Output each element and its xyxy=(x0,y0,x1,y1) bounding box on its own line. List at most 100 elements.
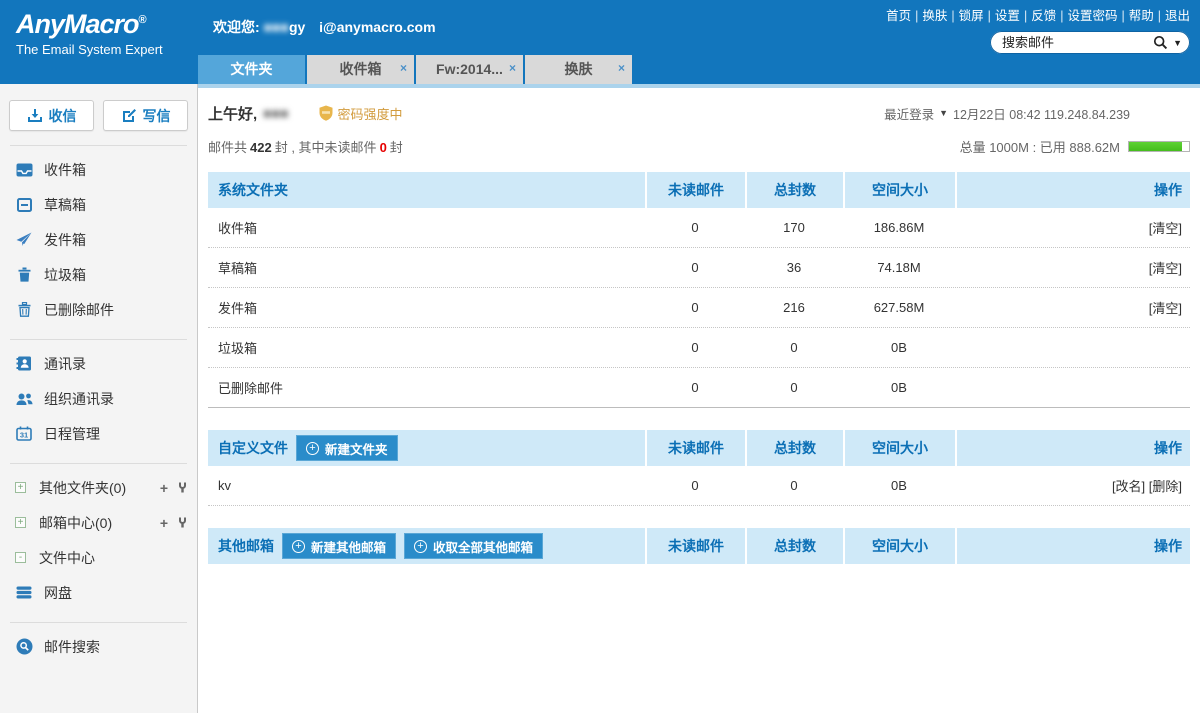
manage-folder-icon[interactable] xyxy=(178,482,187,493)
netdisk-icon xyxy=(15,586,33,599)
folder-name[interactable]: 收件箱 xyxy=(208,218,645,237)
folder-name[interactable]: kv xyxy=(208,478,645,493)
close-icon[interactable]: × xyxy=(509,55,516,83)
expand-plus-icon[interactable]: + xyxy=(15,517,26,528)
sidebar-item-org-contacts[interactable]: 组织通讯录 xyxy=(0,381,197,416)
nav-home-link[interactable]: 首页 xyxy=(886,9,911,23)
close-icon[interactable]: × xyxy=(618,55,625,83)
total-count: 0 xyxy=(745,380,843,395)
table-row-deleted[interactable]: 已删除邮件 0 0 0B xyxy=(208,368,1190,408)
sidebar-label: 垃圾箱 xyxy=(44,265,86,285)
sidebar-item-mailbox-center[interactable]: + 邮箱中心(0) + xyxy=(0,505,197,540)
tab-folders[interactable]: 文件夹 xyxy=(198,55,305,84)
brand-tagline: The Email System Expert xyxy=(16,42,198,57)
mail-count-mid: 封 , 其中未读邮件 xyxy=(275,140,377,155)
search-dropdown-icon[interactable]: ▼ xyxy=(1173,38,1182,48)
folder-name[interactable]: 草稿箱 xyxy=(208,258,645,277)
total-count: 36 xyxy=(745,260,843,275)
add-mailbox-icon[interactable]: + xyxy=(160,515,168,531)
mail-search-box[interactable]: ▼ xyxy=(990,31,1190,54)
quota-info: 总量 1000M : 已用 888.62M xyxy=(960,137,1190,156)
nav-help-link[interactable]: 帮助 xyxy=(1129,9,1154,23)
new-other-mailbox-label: 新建其他邮箱 xyxy=(311,537,386,556)
folder-size: 74.18M xyxy=(843,260,955,275)
table-row-inbox[interactable]: 收件箱 0 170 186.86M [清空] xyxy=(208,208,1190,248)
total-count: 0 xyxy=(745,340,843,355)
nav-skin-link[interactable]: 换肤 xyxy=(922,9,947,23)
inbox-icon xyxy=(15,163,33,177)
tab-fw-mail[interactable]: Fw:2014...× xyxy=(416,55,523,84)
chevron-down-icon[interactable]: ▼ xyxy=(939,108,948,118)
password-strength-badge[interactable]: 密码强度中 xyxy=(319,104,403,123)
sidebar-label: 邮箱中心(0) xyxy=(39,513,112,533)
unread-count: 0 xyxy=(645,300,745,315)
sidebar-divider xyxy=(10,145,187,146)
unread-count: 0 xyxy=(645,260,745,275)
other-mailboxes-header: 其他邮箱 + 新建其他邮箱 + 收取全部其他邮箱 未读邮件 总封数 空间大小 操… xyxy=(208,528,1190,564)
add-folder-icon[interactable]: + xyxy=(160,480,168,496)
receive-mail-button[interactable]: 收信 xyxy=(9,100,94,131)
compose-mail-label: 写信 xyxy=(143,106,171,126)
table-row-junk[interactable]: 垃圾箱 0 0 0B xyxy=(208,328,1190,368)
nav-settings-link[interactable]: 设置 xyxy=(995,9,1020,23)
mail-count-prefix: 邮件共 xyxy=(208,140,247,155)
nav-separator: | xyxy=(1158,9,1161,23)
drafts-icon xyxy=(15,198,33,212)
folder-name[interactable]: 垃圾箱 xyxy=(208,338,645,357)
tab-skin[interactable]: 换肤 × xyxy=(525,55,632,84)
folder-name[interactable]: 发件箱 xyxy=(208,298,645,317)
shield-icon xyxy=(319,105,333,121)
new-folder-label: 新建文件夹 xyxy=(325,439,388,458)
compose-icon xyxy=(121,108,137,123)
collapse-minus-icon[interactable]: - xyxy=(15,552,26,563)
empty-folder-link[interactable]: [清空] xyxy=(1149,218,1182,237)
sidebar-item-inbox[interactable]: 收件箱 xyxy=(0,152,197,187)
empty-folder-link[interactable]: [清空] xyxy=(1149,298,1182,317)
rename-delete-links[interactable]: [改名] [删除] xyxy=(1112,476,1182,495)
unread-count: 0 xyxy=(645,478,745,493)
custom-folders-header: 自定义文件 + 新建文件夹 未读邮件 总封数 空间大小 操作 xyxy=(208,430,1190,466)
nav-lockscreen-link[interactable]: 锁屏 xyxy=(959,9,984,23)
empty-folder-link[interactable]: [清空] xyxy=(1149,258,1182,277)
search-input[interactable] xyxy=(1002,35,1153,50)
folder-size: 0B xyxy=(843,340,955,355)
sidebar-item-drafts[interactable]: 草稿箱 xyxy=(0,187,197,222)
sidebar-item-netdisk[interactable]: 网盘 xyxy=(0,575,197,610)
new-other-mailbox-button[interactable]: + 新建其他邮箱 xyxy=(282,533,396,559)
close-icon[interactable]: × xyxy=(400,55,407,83)
sidebar-item-contacts[interactable]: 通讯录 xyxy=(0,346,197,381)
sidebar-label: 收件箱 xyxy=(44,160,86,180)
sidebar-item-calendar[interactable]: 31 日程管理 xyxy=(0,416,197,451)
col-unread: 未读邮件 xyxy=(645,528,745,564)
mail-total-count: 422 xyxy=(250,140,272,155)
tab-inbox[interactable]: 收件箱× xyxy=(307,55,414,84)
sidebar-item-other-folders[interactable]: + 其他文件夹(0) + xyxy=(0,470,197,505)
table-row-custom-folder[interactable]: kv 0 0 0B [改名] [删除] xyxy=(208,466,1190,506)
sidebar-item-junk[interactable]: 垃圾箱 xyxy=(0,257,197,292)
search-icon[interactable] xyxy=(1153,35,1168,50)
table-row-sent[interactable]: 发件箱 0 216 627.58M [清空] xyxy=(208,288,1190,328)
col-size: 空间大小 xyxy=(843,172,955,208)
tab-label: 换肤 xyxy=(565,61,593,77)
nav-separator: | xyxy=(988,9,991,23)
sidebar-item-file-center[interactable]: - 文件中心 xyxy=(0,540,197,575)
col-operation: 操作 xyxy=(955,430,1190,466)
sidebar-item-deleted[interactable]: 已删除邮件 xyxy=(0,292,197,327)
compose-mail-button[interactable]: 写信 xyxy=(103,100,188,131)
nav-logout-link[interactable]: 退出 xyxy=(1165,9,1190,23)
table-row-drafts[interactable]: 草稿箱 0 36 74.18M [清空] xyxy=(208,248,1190,288)
col-other-mailboxes: 其他邮箱 xyxy=(218,536,274,556)
folder-name[interactable]: 已删除邮件 xyxy=(208,378,645,397)
expand-plus-icon[interactable]: + xyxy=(15,482,26,493)
user-email: i@anymacro.com xyxy=(319,19,435,35)
sidebar-item-sent[interactable]: 发件箱 xyxy=(0,222,197,257)
sidebar-item-mail-search[interactable]: 邮件搜索 xyxy=(0,629,197,664)
nav-separator: | xyxy=(1024,9,1027,23)
sidebar-label: 草稿箱 xyxy=(44,195,86,215)
new-folder-button[interactable]: + 新建文件夹 xyxy=(296,435,398,461)
manage-mailbox-icon[interactable] xyxy=(178,517,187,528)
nav-feedback-link[interactable]: 反馈 xyxy=(1031,9,1056,23)
svg-text:31: 31 xyxy=(20,431,28,440)
nav-password-link[interactable]: 设置密码 xyxy=(1067,9,1117,23)
fetch-all-mailboxes-button[interactable]: + 收取全部其他邮箱 xyxy=(404,533,543,559)
